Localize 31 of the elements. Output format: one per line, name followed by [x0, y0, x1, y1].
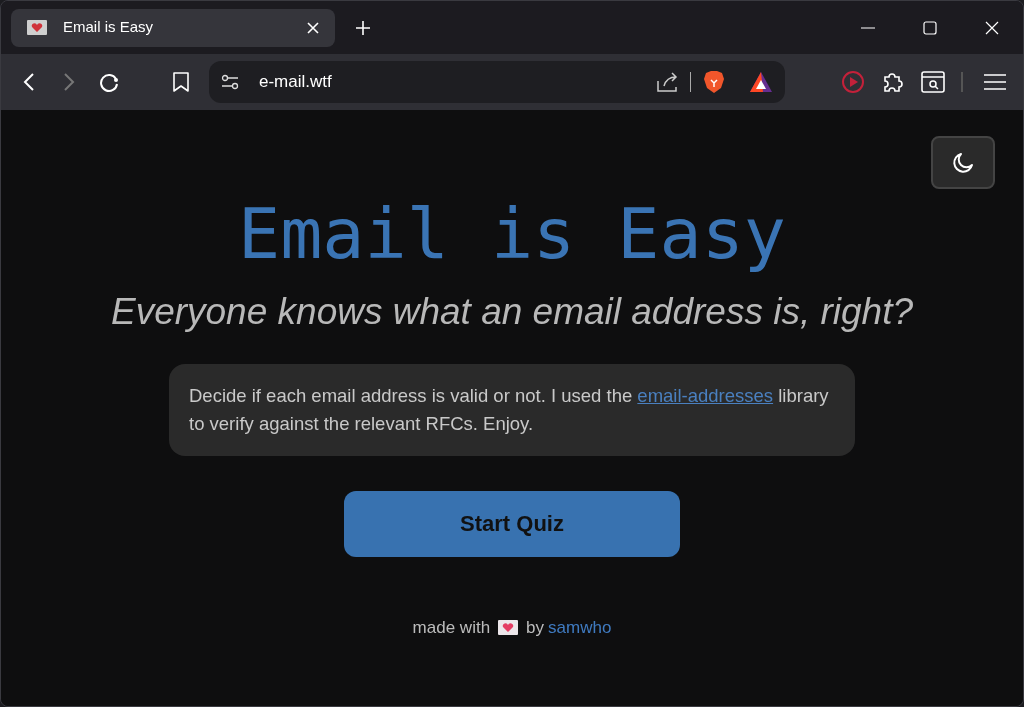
browser-tab[interactable]: Email is Easy [11, 8, 335, 47]
plus-icon [355, 19, 371, 36]
tab-title: Email is Easy [63, 17, 155, 38]
moon-icon [951, 150, 975, 175]
window-search-icon[interactable] [921, 71, 945, 93]
heart-envelope-icon [27, 20, 47, 35]
footer-text: by [526, 616, 545, 639]
start-quiz-button[interactable]: Start Quiz [344, 490, 680, 557]
dark-mode-toggle[interactable] [931, 136, 995, 189]
address-text: e-mail.wtf [259, 71, 332, 94]
menu-icon [984, 73, 1006, 91]
close-icon[interactable] [307, 21, 319, 34]
library-link[interactable]: email-addresses [637, 384, 774, 406]
subtitle: Everyone knows what an email address is, right? [110, 290, 914, 334]
footer-text: made with [412, 616, 491, 639]
triangle-icon[interactable] [749, 71, 773, 93]
page-title: Email is Easy [238, 192, 786, 276]
forward-icon [63, 72, 75, 92]
back-icon [23, 72, 35, 92]
bookmark-icon [172, 71, 190, 93]
heart-envelope-icon [498, 619, 519, 635]
settings-sliders-icon [221, 74, 239, 90]
close-icon [985, 20, 999, 35]
reload-icon [98, 71, 120, 93]
maximize-icon [923, 20, 937, 35]
puzzle-piece-icon[interactable] [881, 70, 905, 94]
author-link[interactable]: samwho [548, 614, 612, 640]
intro-text: Decide if each email address is valid or not. I used the email-addresses library to verify against the relevant RFCs. Enjoy. [189, 383, 830, 436]
minimize-icon [861, 26, 875, 29]
share-icon [656, 71, 678, 93]
address-bar[interactable]: e-mail.wtf [209, 61, 785, 103]
